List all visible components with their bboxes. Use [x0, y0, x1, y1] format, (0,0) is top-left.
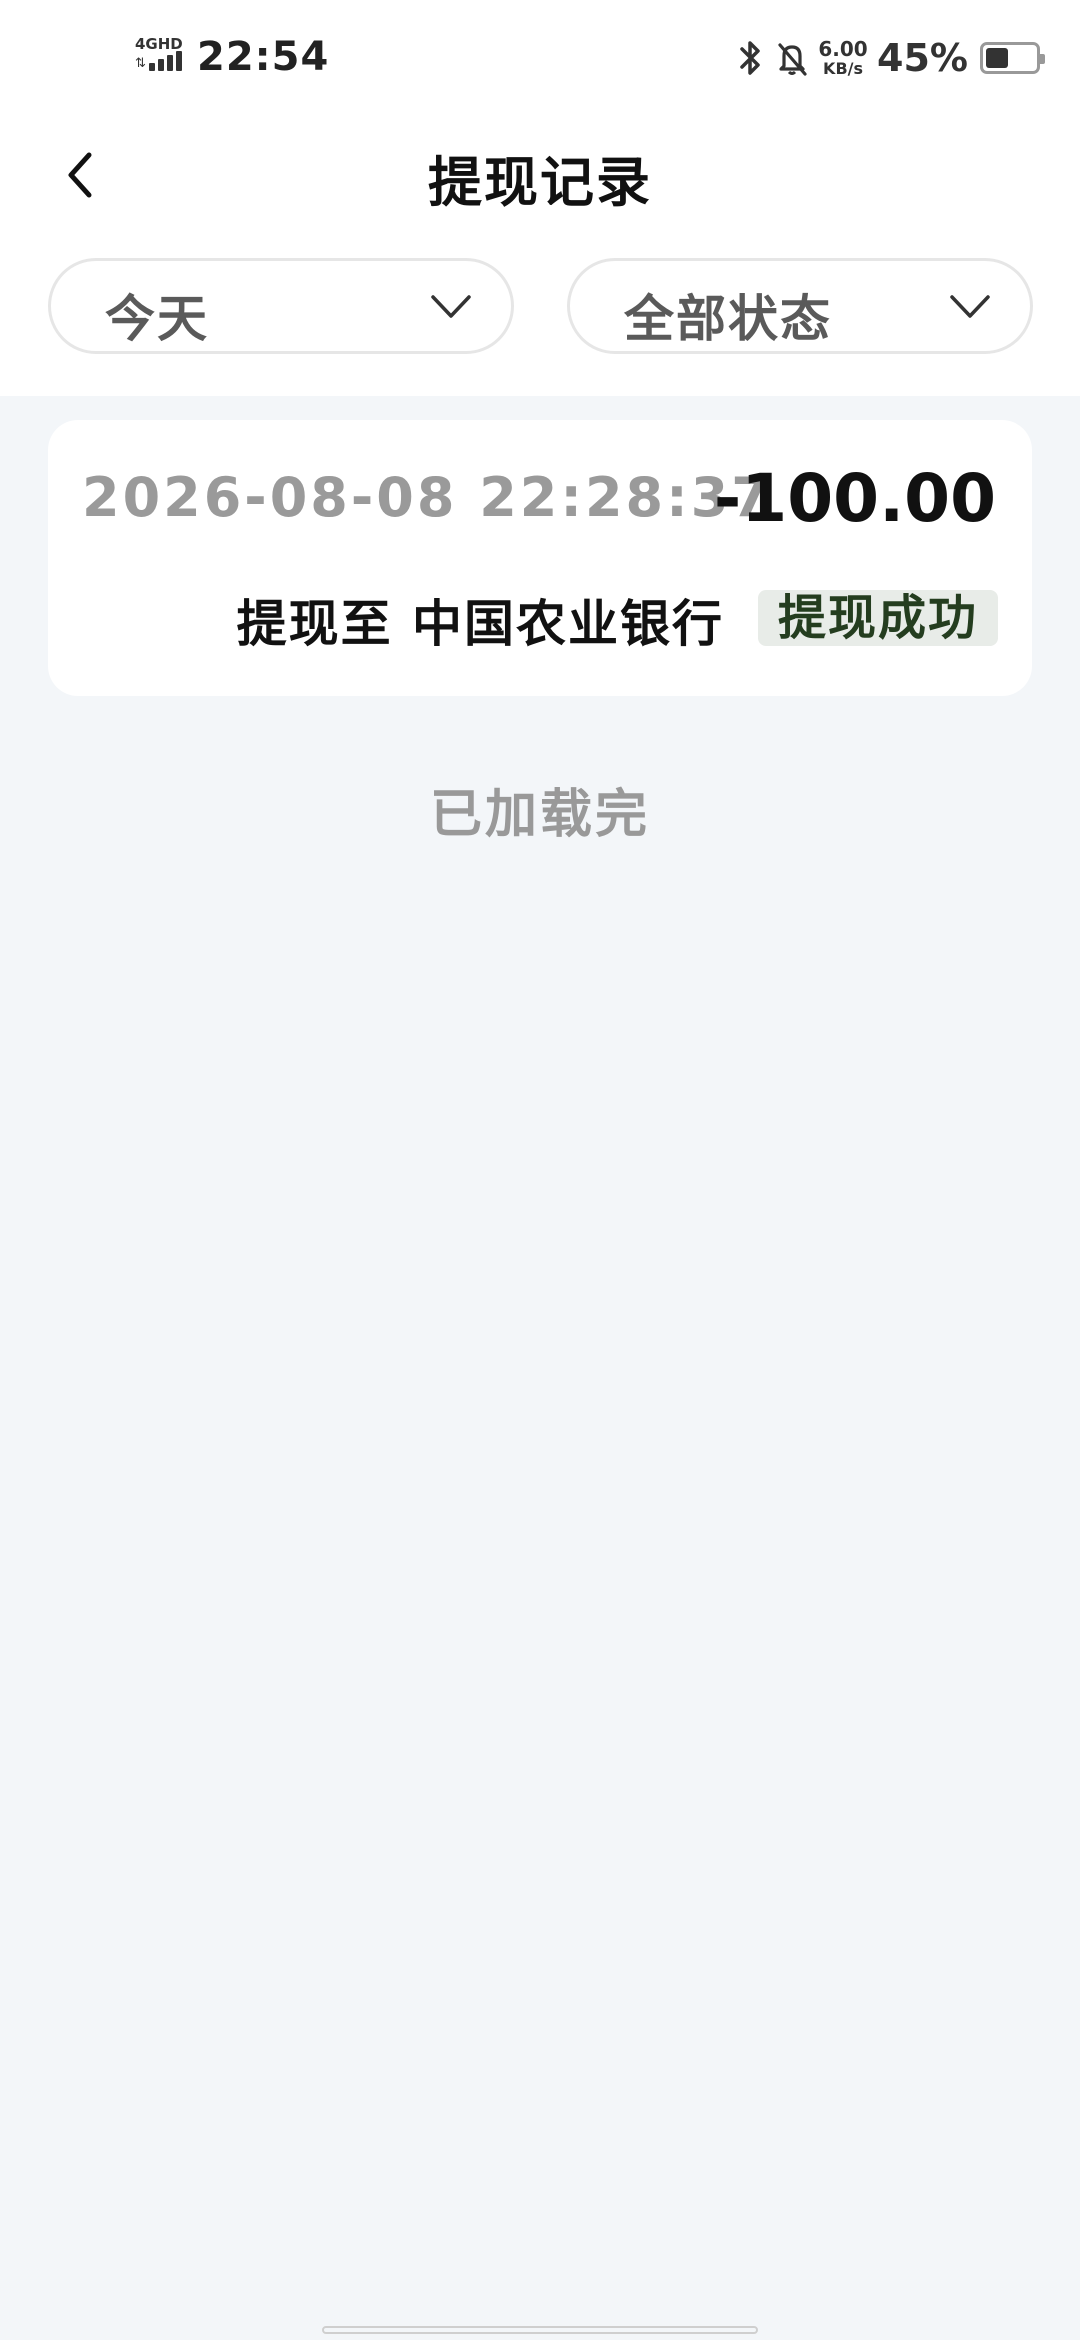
battery-level [986, 48, 1008, 68]
header-area: 4GHD ⇅ 22:54 6.00 KB/s 45% 提现记录 今天 全部状态 [0, 0, 1080, 396]
signal-bars-icon [149, 51, 182, 71]
home-indicator[interactable] [322, 2326, 758, 2334]
record-destination: 提现至 中国农业银行 [236, 595, 724, 653]
withdrawal-records-page: 4GHD ⇅ 22:54 6.00 KB/s 45% 提现记录 今天 全部状态 … [0, 0, 1080, 2340]
bluetooth-icon [740, 41, 760, 75]
date-filter-dropdown[interactable]: 今天 [48, 258, 514, 354]
date-filter-label: 今天 [105, 290, 209, 348]
signal-icon: 4GHD ⇅ [135, 35, 191, 79]
battery-icon [980, 42, 1045, 74]
network-speed: 6.00 KB/s [817, 39, 869, 77]
status-bar-right: 6.00 KB/s 45% [733, 36, 1045, 80]
status-bar-left: 4GHD ⇅ 22:54 [135, 34, 329, 80]
status-time: 22:54 [197, 34, 330, 80]
page-title: 提现记录 [428, 151, 652, 214]
record-time: 2026-08-08 22:28:37 [82, 466, 772, 529]
navigation-bar: 提现记录 [0, 120, 1080, 230]
mute-bell-icon [778, 43, 807, 76]
chevron-down-icon [950, 295, 990, 318]
status-filter-dropdown[interactable]: 全部状态 [567, 258, 1033, 354]
battery-percent: 45% [877, 36, 968, 80]
status-bar: 4GHD ⇅ 22:54 6.00 KB/s 45% [0, 0, 1080, 120]
list-end-text: 已加载完 [429, 785, 650, 845]
chevron-down-icon [431, 295, 471, 318]
network-speed-unit: KB/s [823, 59, 864, 78]
withdrawal-record-card[interactable]: 2026-08-08 22:28:37 -100.00 提现至 中国农业银行 提… [48, 420, 1032, 696]
battery-cap [1040, 54, 1045, 64]
record-amount: -100.00 [713, 460, 996, 537]
network-speed-value: 6.00 [818, 37, 868, 61]
record-status-badge: 提现成功 [757, 590, 998, 646]
status-filter-label: 全部状态 [624, 290, 832, 348]
data-arrows-icon: ⇅ [135, 56, 146, 71]
